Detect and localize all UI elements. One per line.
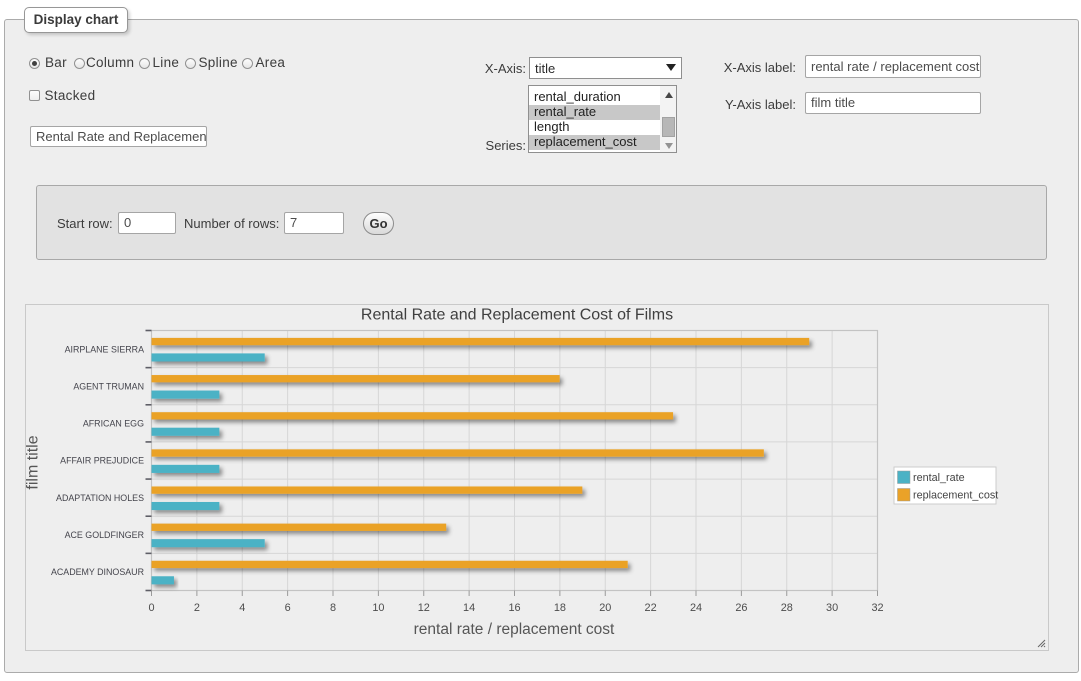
svg-text:28: 28 [781, 602, 793, 614]
svg-text:film title: film title [26, 435, 42, 489]
svg-text:10: 10 [372, 602, 384, 614]
svg-text:AIRPLANE SIERRA: AIRPLANE SIERRA [65, 344, 144, 354]
svg-text:0: 0 [148, 602, 154, 614]
svg-text:24: 24 [690, 602, 702, 614]
svg-text:rental rate / replacement cost: rental rate / replacement cost [414, 621, 615, 638]
svg-text:ADAPTATION HOLES: ADAPTATION HOLES [56, 493, 144, 503]
svg-text:AFRICAN EGG: AFRICAN EGG [83, 419, 144, 429]
svg-text:30: 30 [826, 602, 838, 614]
svg-text:16: 16 [508, 602, 520, 614]
svg-text:AGENT TRUMAN: AGENT TRUMAN [73, 381, 144, 391]
svg-text:replacement_cost: replacement_cost [913, 490, 998, 502]
svg-text:6: 6 [285, 602, 291, 614]
svg-text:Rental Rate and Replacement Co: Rental Rate and Replacement Cost of Film… [361, 307, 673, 324]
svg-text:22: 22 [645, 602, 657, 614]
svg-text:26: 26 [735, 602, 747, 614]
svg-text:12: 12 [418, 602, 430, 614]
svg-text:20: 20 [599, 602, 611, 614]
svg-text:14: 14 [463, 602, 475, 614]
svg-text:AFFAIR PREJUDICE: AFFAIR PREJUDICE [60, 456, 144, 466]
svg-text:4: 4 [239, 602, 245, 614]
svg-text:ACADEMY DINOSAUR: ACADEMY DINOSAUR [51, 567, 144, 577]
svg-text:ACE GOLDFINGER: ACE GOLDFINGER [65, 530, 144, 540]
svg-text:32: 32 [871, 602, 883, 614]
svg-text:rental_rate: rental_rate [913, 472, 965, 484]
svg-text:18: 18 [554, 602, 566, 614]
svg-text:2: 2 [194, 602, 200, 614]
svg-text:8: 8 [330, 602, 336, 614]
